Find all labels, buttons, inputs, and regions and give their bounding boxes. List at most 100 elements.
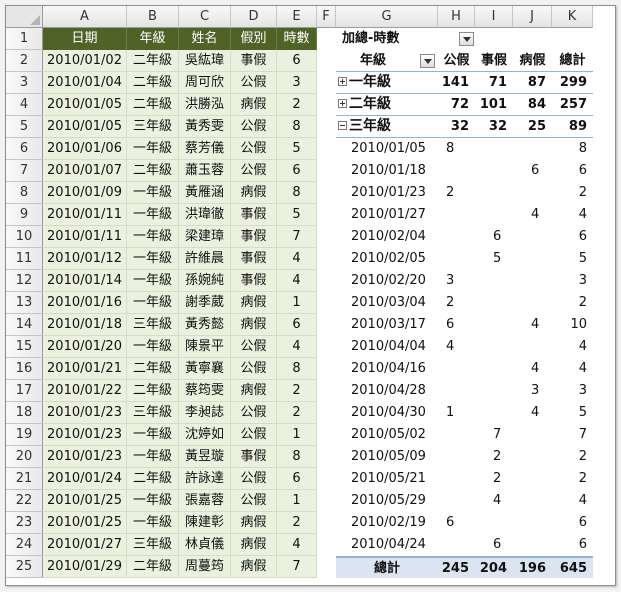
pivot-detail-value[interactable]: 6: [438, 314, 475, 336]
pivot-detail-value[interactable]: 4: [475, 490, 513, 512]
table-cell[interactable]: 7: [277, 556, 317, 578]
pivot-detail-value[interactable]: 6: [552, 226, 593, 248]
table-cell[interactable]: 7: [277, 226, 317, 248]
expand-icon[interactable]: [338, 76, 347, 86]
pivot-detail-value[interactable]: 6: [475, 534, 513, 556]
pivot-detail-date[interactable]: 2010/05/02: [336, 424, 438, 446]
pivot-row-filter-dropdown[interactable]: [420, 54, 435, 68]
table-cell[interactable]: 公假: [231, 358, 277, 380]
table-cell[interactable]: 6: [277, 160, 317, 182]
table-cell[interactable]: 病假: [231, 512, 277, 534]
pivot-detail-value[interactable]: 10: [552, 314, 593, 336]
table-cell[interactable]: 二年級: [127, 468, 179, 490]
table-cell[interactable]: 2010/01/20: [43, 336, 127, 358]
table-cell[interactable]: 2010/01/05: [43, 116, 127, 138]
table-cell[interactable]: 陳景平: [179, 336, 231, 358]
select-all-corner[interactable]: [6, 6, 43, 28]
row-header-6[interactable]: 6: [6, 138, 43, 160]
table-cell[interactable]: 2010/01/11: [43, 204, 127, 226]
table-cell[interactable]: 三年級: [127, 314, 179, 336]
pivot-detail-date[interactable]: 2010/02/19: [336, 512, 438, 534]
pivot-group-value[interactable]: 141: [438, 72, 475, 94]
table-cell[interactable]: 梁建璋: [179, 226, 231, 248]
table-cell[interactable]: 2010/01/06: [43, 138, 127, 160]
pivot-detail-value[interactable]: 7: [475, 424, 513, 446]
table-cell[interactable]: 4: [277, 248, 317, 270]
table-header-cell[interactable]: 時數: [277, 28, 317, 50]
column-header-e[interactable]: E: [277, 6, 317, 28]
pivot-detail-value[interactable]: 1: [438, 402, 475, 424]
pivot-detail-value[interactable]: 3: [552, 270, 593, 292]
table-cell[interactable]: 2010/01/04: [43, 72, 127, 94]
row-header-11[interactable]: 11: [6, 248, 43, 270]
pivot-detail-value[interactable]: 6: [552, 512, 593, 534]
table-cell[interactable]: 林貞儀: [179, 534, 231, 556]
pivot-group-value[interactable]: 32: [475, 116, 513, 138]
pivot-group-value[interactable]: 257: [552, 94, 593, 116]
row-header-2[interactable]: 2: [6, 50, 43, 72]
column-header-h[interactable]: H: [438, 6, 475, 28]
pivot-detail-value[interactable]: 2: [552, 468, 593, 490]
pivot-group-value[interactable]: 72: [438, 94, 475, 116]
table-cell[interactable]: 一年級: [127, 490, 179, 512]
table-cell[interactable]: 2010/01/11: [43, 226, 127, 248]
table-cell[interactable]: 李昶誌: [179, 402, 231, 424]
table-cell[interactable]: 2010/01/23: [43, 402, 127, 424]
table-cell[interactable]: 事假: [231, 270, 277, 292]
table-cell[interactable]: 周蔓筠: [179, 556, 231, 578]
column-header-j[interactable]: J: [513, 6, 552, 28]
row-header-19[interactable]: 19: [6, 424, 43, 446]
pivot-detail-value[interactable]: 8: [438, 138, 475, 160]
pivot-detail-value[interactable]: 6: [438, 512, 475, 534]
table-cell[interactable]: 4: [277, 534, 317, 556]
table-cell[interactable]: 3: [277, 72, 317, 94]
pivot-column-filter-dropdown[interactable]: [459, 32, 474, 46]
pivot-detail-value[interactable]: 2: [475, 468, 513, 490]
table-cell[interactable]: 一年級: [127, 512, 179, 534]
table-cell[interactable]: 2010/01/25: [43, 490, 127, 512]
table-cell[interactable]: 一年級: [127, 138, 179, 160]
pivot-group-value[interactable]: 25: [513, 116, 552, 138]
column-header-c[interactable]: C: [179, 6, 231, 28]
table-header-cell[interactable]: 假別: [231, 28, 277, 50]
table-cell[interactable]: 孫婉純: [179, 270, 231, 292]
pivot-group-value[interactable]: 32: [438, 116, 475, 138]
row-header-10[interactable]: 10: [6, 226, 43, 248]
pivot-detail-value[interactable]: 4: [552, 204, 593, 226]
table-cell[interactable]: 8: [277, 182, 317, 204]
pivot-grand-total-value[interactable]: 645: [552, 556, 593, 578]
row-header-22[interactable]: 22: [6, 490, 43, 512]
pivot-detail-date[interactable]: 2010/04/28: [336, 380, 438, 402]
table-cell[interactable]: 1: [277, 490, 317, 512]
table-cell[interactable]: 病假: [231, 182, 277, 204]
table-cell[interactable]: 一年級: [127, 336, 179, 358]
table-cell[interactable]: 1: [277, 424, 317, 446]
table-cell[interactable]: 事假: [231, 50, 277, 72]
table-cell[interactable]: 5: [277, 138, 317, 160]
table-cell[interactable]: 病假: [231, 534, 277, 556]
pivot-detail-date[interactable]: 2010/02/04: [336, 226, 438, 248]
pivot-column-header[interactable]: 公假: [438, 50, 475, 72]
pivot-detail-value[interactable]: 2: [552, 292, 593, 314]
table-cell[interactable]: 許維晨: [179, 248, 231, 270]
row-header-5[interactable]: 5: [6, 116, 43, 138]
table-cell[interactable]: 病假: [231, 556, 277, 578]
row-header-20[interactable]: 20: [6, 446, 43, 468]
pivot-detail-date[interactable]: 2010/01/05: [336, 138, 438, 160]
pivot-detail-value[interactable]: 2: [552, 446, 593, 468]
row-header-23[interactable]: 23: [6, 512, 43, 534]
pivot-detail-value[interactable]: 3: [438, 270, 475, 292]
row-header-8[interactable]: 8: [6, 182, 43, 204]
table-cell[interactable]: 2: [277, 512, 317, 534]
pivot-detail-date[interactable]: 2010/01/18: [336, 160, 438, 182]
row-header-3[interactable]: 3: [6, 72, 43, 94]
column-header-b[interactable]: B: [127, 6, 179, 28]
table-cell[interactable]: 二年級: [127, 380, 179, 402]
column-header-d[interactable]: D: [231, 6, 277, 28]
table-cell[interactable]: 病假: [231, 380, 277, 402]
pivot-group-value[interactable]: 84: [513, 94, 552, 116]
row-header-25[interactable]: 25: [6, 556, 43, 578]
pivot-detail-value[interactable]: 6: [552, 534, 593, 556]
table-cell[interactable]: 2010/01/29: [43, 556, 127, 578]
row-header-13[interactable]: 13: [6, 292, 43, 314]
